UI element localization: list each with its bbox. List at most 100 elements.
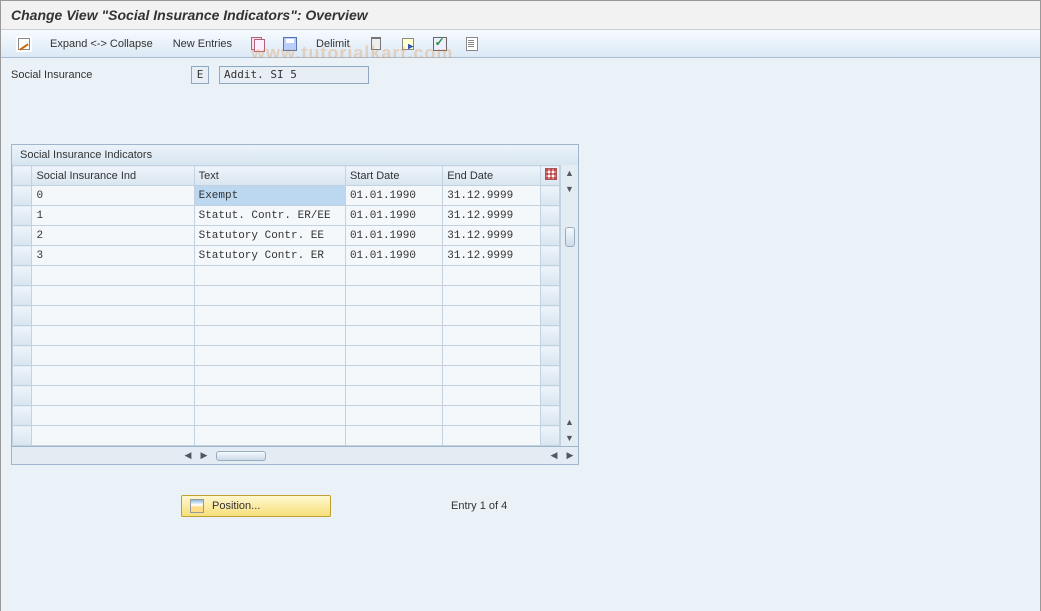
table-row[interactable]: 1Statut. Contr. ER/EE01.01.199031.12.999… [13, 206, 560, 226]
print-button[interactable] [459, 34, 485, 54]
row-selector[interactable] [13, 226, 32, 246]
delimit-button[interactable]: Delimit [309, 34, 357, 54]
cell-text[interactable] [194, 306, 345, 326]
table-row-empty[interactable] [13, 386, 560, 406]
table-row[interactable]: 0Exempt01.01.199031.12.9999 [13, 186, 560, 206]
cell-ind[interactable] [32, 426, 194, 446]
cell-start-date[interactable] [345, 346, 442, 366]
cell-text[interactable] [194, 426, 345, 446]
cell-end-date[interactable] [443, 326, 540, 346]
copy-button[interactable] [245, 34, 271, 54]
cell-end-date[interactable]: 31.12.9999 [443, 246, 540, 266]
cell-end-date[interactable]: 31.12.9999 [443, 186, 540, 206]
table-row-empty[interactable] [13, 306, 560, 326]
save-button[interactable] [277, 34, 303, 54]
cell-start-date[interactable] [345, 406, 442, 426]
row-selector[interactable] [13, 186, 32, 206]
cell-end-date[interactable] [443, 266, 540, 286]
cell-text[interactable] [194, 406, 345, 426]
hscroll-left-button[interactable]: ◀ [180, 448, 196, 464]
cell-end-date[interactable]: 31.12.9999 [443, 206, 540, 226]
cell-text[interactable] [194, 366, 345, 386]
cell-ind[interactable] [32, 406, 194, 426]
social-insurance-code-input[interactable]: E [191, 66, 209, 84]
table-row-empty[interactable] [13, 346, 560, 366]
cell-end-date[interactable]: 31.12.9999 [443, 226, 540, 246]
horizontal-scrollbar[interactable]: ◀ ▶ ◀ ▶ [11, 447, 579, 465]
position-button[interactable]: Position... [181, 495, 331, 517]
table-row-empty[interactable] [13, 406, 560, 426]
hscroll-left-page-button[interactable]: ◀ [546, 448, 562, 464]
row-selector[interactable] [13, 306, 32, 326]
scroll-up-page-button[interactable]: ▲ [562, 414, 578, 430]
toggle-display-change-button[interactable] [11, 34, 37, 54]
cell-start-date[interactable]: 01.01.1990 [345, 246, 442, 266]
cell-end-date[interactable] [443, 366, 540, 386]
table-row[interactable]: 3Statutory Contr. ER01.01.199031.12.9999 [13, 246, 560, 266]
cell-ind[interactable]: 1 [32, 206, 194, 226]
hscroll-thumb[interactable] [216, 451, 266, 461]
cell-end-date[interactable] [443, 426, 540, 446]
cell-start-date[interactable]: 01.01.1990 [345, 206, 442, 226]
row-selector[interactable] [13, 266, 32, 286]
cell-start-date[interactable] [345, 306, 442, 326]
hscroll-right-button[interactable]: ▶ [196, 448, 212, 464]
cell-end-date[interactable] [443, 406, 540, 426]
table-row-empty[interactable] [13, 426, 560, 446]
cell-ind[interactable] [32, 366, 194, 386]
cell-start-date[interactable]: 01.01.1990 [345, 226, 442, 246]
row-selector[interactable] [13, 286, 32, 306]
column-header-start[interactable]: Start Date [345, 166, 442, 186]
table-row[interactable]: 2Statutory Contr. EE01.01.199031.12.9999 [13, 226, 560, 246]
cell-start-date[interactable] [345, 426, 442, 446]
cell-start-date[interactable] [345, 326, 442, 346]
cell-ind[interactable] [32, 286, 194, 306]
select-all-button[interactable] [395, 34, 421, 54]
hscroll-right-page-button[interactable]: ▶ [562, 448, 578, 464]
cell-text[interactable] [194, 346, 345, 366]
table-row-empty[interactable] [13, 266, 560, 286]
social-insurance-desc-input[interactable]: Addit. SI 5 [219, 66, 369, 84]
column-header-end[interactable]: End Date [443, 166, 540, 186]
cell-ind[interactable] [32, 306, 194, 326]
cell-text[interactable]: Statut. Contr. ER/EE [194, 206, 345, 226]
row-selector[interactable] [13, 386, 32, 406]
cell-text[interactable] [194, 266, 345, 286]
cell-end-date[interactable] [443, 386, 540, 406]
column-select-all[interactable] [13, 166, 32, 186]
cell-ind[interactable] [32, 326, 194, 346]
deselect-all-button[interactable] [427, 34, 453, 54]
cell-end-date[interactable] [443, 306, 540, 326]
expand-collapse-button[interactable]: Expand <-> Collapse [43, 34, 160, 54]
scroll-down-button[interactable]: ▼ [562, 181, 578, 197]
cell-text[interactable]: Statutory Contr. ER [194, 246, 345, 266]
row-selector[interactable] [13, 366, 32, 386]
cell-ind[interactable] [32, 266, 194, 286]
new-entries-button[interactable]: New Entries [166, 34, 239, 54]
cell-text[interactable]: Exempt [194, 186, 345, 206]
delete-button[interactable] [363, 34, 389, 54]
row-selector[interactable] [13, 426, 32, 446]
scroll-up-button[interactable]: ▲ [562, 165, 578, 181]
row-selector[interactable] [13, 346, 32, 366]
cell-start-date[interactable] [345, 286, 442, 306]
row-selector[interactable] [13, 406, 32, 426]
row-selector[interactable] [13, 246, 32, 266]
cell-end-date[interactable] [443, 346, 540, 366]
table-row-empty[interactable] [13, 286, 560, 306]
column-header-ind[interactable]: Social Insurance Ind [32, 166, 194, 186]
cell-start-date[interactable]: 01.01.1990 [345, 186, 442, 206]
cell-ind[interactable]: 0 [32, 186, 194, 206]
scroll-thumb[interactable] [565, 227, 575, 247]
table-row-empty[interactable] [13, 326, 560, 346]
cell-start-date[interactable] [345, 366, 442, 386]
cell-text[interactable] [194, 286, 345, 306]
cell-ind[interactable] [32, 346, 194, 366]
cell-ind[interactable] [32, 386, 194, 406]
vertical-scrollbar[interactable]: ▲ ▼ ▲ ▼ [560, 165, 578, 446]
table-row-empty[interactable] [13, 366, 560, 386]
row-selector[interactable] [13, 326, 32, 346]
cell-ind[interactable]: 2 [32, 226, 194, 246]
scroll-down-page-button[interactable]: ▼ [562, 430, 578, 446]
cell-text[interactable] [194, 326, 345, 346]
